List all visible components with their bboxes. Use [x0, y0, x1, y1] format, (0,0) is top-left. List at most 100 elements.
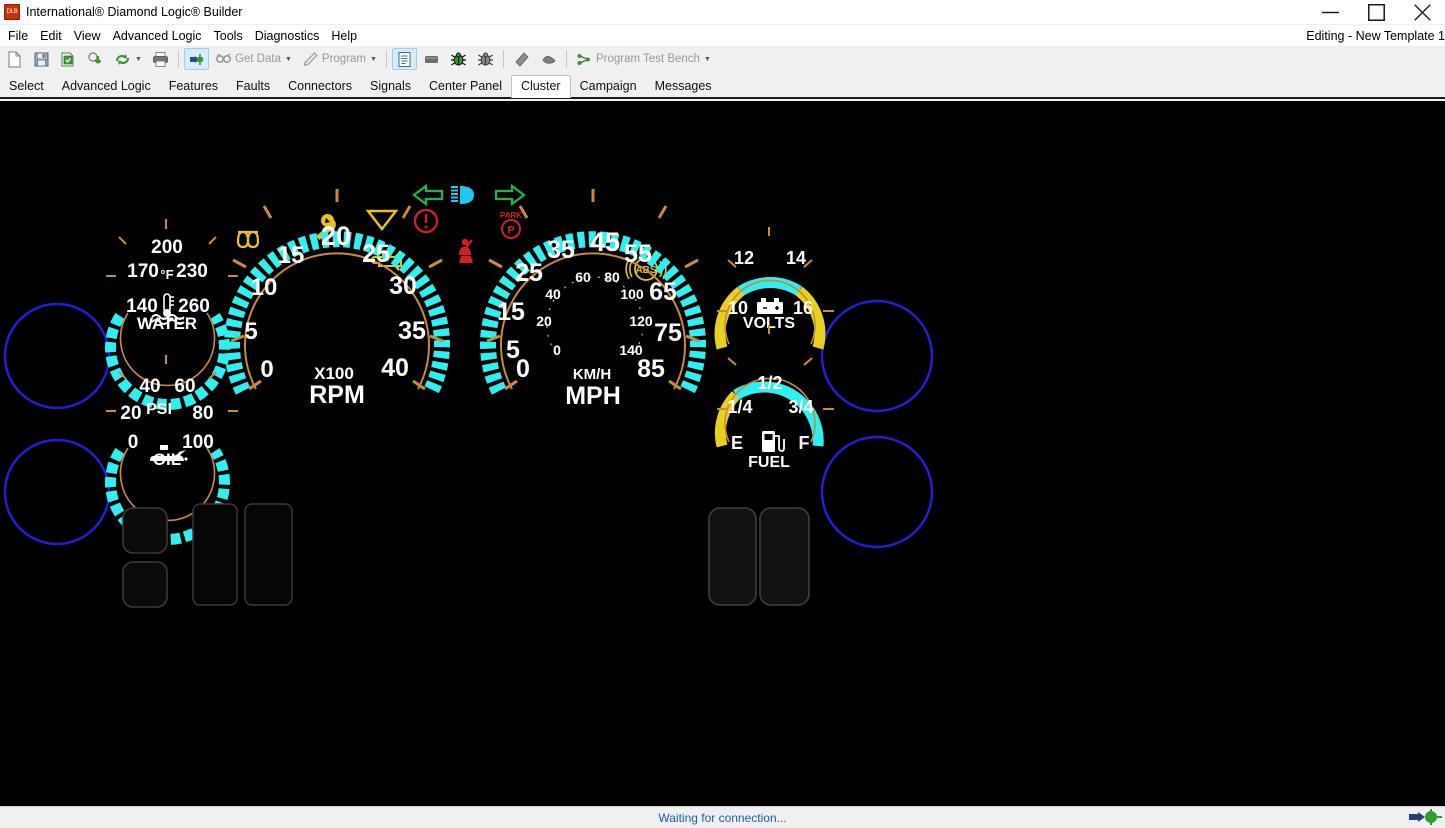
oil-gauge-label: OIL [153, 450, 181, 469]
menu-diagnostics[interactable]: Diagnostics [249, 27, 326, 45]
tab-signals[interactable]: Signals [361, 76, 420, 98]
tab-messages[interactable]: Messages [646, 76, 721, 98]
toolbar-separator-2 [386, 50, 387, 68]
application-window: International® Diamond Logic® Builder [0, 0, 1445, 828]
brake-warning-telltale[interactable] [415, 210, 437, 232]
eraser-icon [513, 51, 530, 68]
tab-features[interactable]: Features [160, 76, 227, 98]
kmh-tick-140: 140 [619, 342, 643, 358]
mph-tick-45: 45 [590, 227, 620, 257]
water-temperature-gauge[interactable]: 200 170 230 140 260 °F WATER [106, 219, 238, 405]
toolbar-save-button[interactable] [29, 48, 54, 70]
high-beam-telltale[interactable] [451, 186, 474, 204]
mph-tick-35: 35 [547, 236, 575, 264]
empty-gauge-slot-top-left[interactable] [5, 304, 109, 408]
oil-tick-40: 40 [139, 376, 160, 397]
fuel-tick-three-quarter: 3/4 [788, 397, 813, 417]
mph-tick-85: 85 [637, 355, 665, 383]
bug-gray-icon [477, 51, 494, 68]
park-brake-text: PARK [500, 211, 522, 220]
report-document-icon [396, 51, 413, 68]
toolbar-program-button[interactable]: Program ▼ [298, 48, 381, 70]
menu-help[interactable]: Help [325, 27, 363, 45]
program-test-bench-caret-icon[interactable]: ▼ [704, 56, 711, 63]
kmh-tick-0: 0 [553, 342, 561, 358]
menu-file[interactable]: File [2, 27, 34, 45]
park-brake-telltale[interactable]: PARK P [500, 211, 522, 238]
empty-switch-slot-1[interactable] [123, 508, 167, 553]
rpm-tick-5: 5 [244, 318, 257, 345]
tab-select[interactable]: Select [0, 76, 53, 98]
speedometer-gauge[interactable]: 45 35 55 25 65 15 75 5 85 0 60 80 40 100… [487, 189, 699, 410]
menu-view[interactable]: View [68, 27, 107, 45]
test-bench-icon [576, 51, 593, 68]
right-turn-telltale[interactable] [496, 186, 524, 204]
toolbar-connect-button[interactable] [184, 48, 209, 70]
oil-tick-60: 60 [174, 376, 195, 397]
toolbar-sync-down-button[interactable] [83, 48, 108, 70]
connection-status[interactable] [1407, 809, 1443, 825]
cluster-canvas[interactable]: PARK P ABS [0, 101, 1445, 806]
tab-connectors[interactable]: Connectors [279, 76, 361, 98]
toolbar-debug-green-button[interactable] [446, 48, 471, 70]
mph-tick-65: 65 [649, 278, 677, 306]
printer-icon [152, 51, 169, 68]
toolbar-program-test-bench-button[interactable]: Program Test Bench ▼ [572, 48, 715, 70]
empty-switch-slot-5[interactable] [709, 508, 756, 605]
wait-to-start-telltale[interactable] [238, 232, 258, 247]
tab-center-panel[interactable]: Center Panel [420, 76, 511, 98]
left-turn-telltale[interactable] [414, 186, 442, 204]
water-unit-label: °F [160, 267, 173, 282]
mph-tick-75: 75 [654, 319, 682, 347]
toolbar-new-file-button[interactable] [2, 48, 27, 70]
toolbar-tag-button[interactable] [536, 48, 561, 70]
empty-switch-slot-3[interactable] [193, 504, 237, 605]
tab-strip: Select Advanced Logic Features Faults Co… [0, 72, 1445, 99]
empty-gauge-slot-top-right[interactable] [822, 301, 932, 411]
tab-cluster[interactable]: Cluster [511, 75, 571, 99]
kmh-tick-20: 20 [536, 313, 552, 329]
toolbar-separator-3 [503, 50, 504, 68]
empty-switch-slot-2[interactable] [123, 562, 167, 607]
refresh-caret-icon[interactable]: ▼ [135, 56, 142, 63]
tab-advanced-logic[interactable]: Advanced Logic [53, 76, 160, 98]
empty-switch-slot-4[interactable] [245, 504, 292, 605]
oil-tick-100: 100 [182, 432, 214, 453]
toolbar-report-button[interactable] [392, 48, 417, 70]
program-caret-icon[interactable]: ▼ [370, 56, 377, 63]
toolbar-debug-gray-button[interactable] [473, 48, 498, 70]
toolbar-separator [178, 50, 179, 68]
toolbar-refresh-button[interactable]: ▼ [110, 48, 146, 70]
pencil-icon [302, 51, 319, 68]
toolbar-module-button[interactable] [419, 48, 444, 70]
close-button[interactable] [1399, 0, 1445, 24]
empty-gauge-slot-bottom-left[interactable] [5, 440, 109, 544]
rpm-tick-20: 20 [321, 221, 351, 251]
toolbar-eraser-button[interactable] [509, 48, 534, 70]
seatbelt-telltale[interactable] [459, 239, 473, 263]
toolbar-get-data-button[interactable]: Get Data ▼ [211, 48, 296, 70]
get-data-label: Get Data [235, 53, 281, 65]
tab-campaign[interactable]: Campaign [571, 76, 646, 98]
minimize-button[interactable] [1307, 0, 1353, 24]
empty-gauge-slot-bottom-right[interactable] [822, 437, 932, 547]
window-controls [1307, 0, 1445, 24]
menu-edit[interactable]: Edit [34, 27, 68, 45]
mph-tick-55: 55 [624, 240, 652, 268]
menu-tools[interactable]: Tools [208, 27, 249, 45]
kmh-tick-100: 100 [620, 286, 644, 302]
maximize-button[interactable] [1353, 0, 1399, 24]
toolbar-print-button[interactable] [148, 48, 173, 70]
menu-advanced-logic[interactable]: Advanced Logic [107, 27, 208, 45]
tab-faults[interactable]: Faults [227, 76, 279, 98]
rpm-tick-0: 0 [260, 356, 273, 383]
water-in-fuel-telltale[interactable] [368, 211, 396, 229]
tachometer-gauge[interactable]: 20 15 25 10 30 5 35 0 40 X100 RPM [231, 189, 443, 409]
tag-icon [540, 51, 557, 68]
voltmeter-gauge[interactable]: 12 14 10 16 VOLTS [717, 227, 834, 348]
toolbar-open-template-button[interactable] [56, 48, 81, 70]
maximize-icon [1368, 4, 1385, 21]
rpm-tick-30: 30 [389, 272, 417, 300]
get-data-caret-icon[interactable]: ▼ [285, 56, 292, 63]
empty-switch-slot-6[interactable] [760, 508, 809, 605]
